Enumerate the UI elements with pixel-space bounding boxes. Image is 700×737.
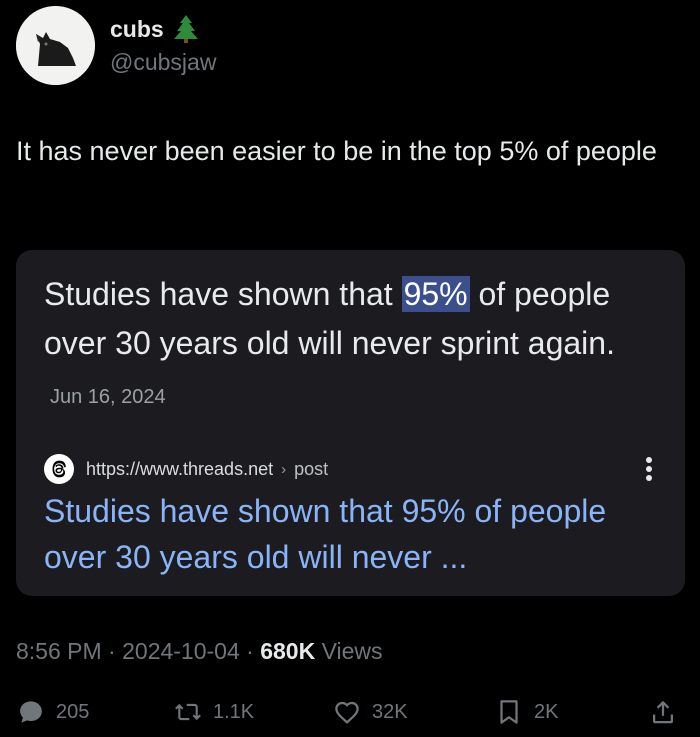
threads-logo-icon bbox=[44, 454, 74, 484]
snippet-date: Jun 16, 2024 bbox=[50, 386, 166, 408]
action-bar: 205 1.1K 32K 2K bbox=[16, 692, 684, 732]
reply-icon bbox=[20, 701, 42, 723]
meta-separator: · bbox=[101, 638, 123, 664]
breadcrumb-separator: › bbox=[281, 460, 287, 478]
source-url: https://www.threads.net bbox=[86, 458, 274, 479]
repost-icon bbox=[175, 703, 201, 721]
author-display-name-row[interactable]: cubs bbox=[110, 14, 200, 44]
tweet-text: It has never been easier to be in the to… bbox=[16, 136, 657, 166]
more-options-icon[interactable] bbox=[645, 456, 653, 482]
share-button[interactable] bbox=[648, 692, 678, 732]
snippet-highlight: 95% bbox=[401, 276, 470, 312]
snippet-text-before: Studies have shown that bbox=[44, 276, 402, 312]
meta-separator: · bbox=[239, 638, 261, 664]
search-result-title-link[interactable]: Studies have shown that 95% of people ov… bbox=[44, 488, 654, 580]
author-handle[interactable]: @cubsjaw bbox=[110, 49, 216, 76]
evergreen-tree-icon bbox=[172, 14, 200, 44]
share-icon bbox=[653, 700, 673, 724]
views-count: 680K bbox=[260, 638, 316, 664]
reply-button[interactable]: 205 bbox=[16, 692, 89, 732]
tweet-meta: 8:56 PM · 2024-10-04 · 680K Views bbox=[16, 638, 383, 665]
reply-count: 205 bbox=[56, 700, 90, 723]
like-button[interactable]: 32K bbox=[332, 692, 408, 732]
embedded-image-card[interactable]: Studies have shown that 95% of people ov… bbox=[16, 250, 685, 596]
bookmark-count: 2K bbox=[534, 700, 559, 723]
tweet-time[interactable]: 8:56 PM bbox=[16, 638, 102, 664]
views-label: Views bbox=[315, 638, 383, 664]
tweet-date[interactable]: 2024-10-04 bbox=[122, 638, 240, 664]
avatar[interactable] bbox=[16, 6, 95, 85]
bookmark-icon bbox=[500, 700, 518, 724]
author-display-name[interactable]: cubs bbox=[110, 16, 164, 43]
bookmark-button[interactable]: 2K bbox=[494, 692, 558, 732]
result-source[interactable]: https://www.threads.net › post bbox=[44, 454, 328, 484]
repost-count: 1.1K bbox=[213, 700, 255, 723]
like-count: 32K bbox=[372, 700, 408, 723]
source-path: post bbox=[294, 458, 329, 479]
tweet-page: cubs @cubsjaw It has never been easier t… bbox=[0, 0, 700, 737]
search-snippet: Studies have shown that 95% of people ov… bbox=[44, 270, 644, 422]
heart-icon bbox=[335, 701, 359, 724]
repost-button[interactable]: 1.1K bbox=[173, 692, 254, 732]
wolf-avatar-icon bbox=[16, 6, 95, 85]
